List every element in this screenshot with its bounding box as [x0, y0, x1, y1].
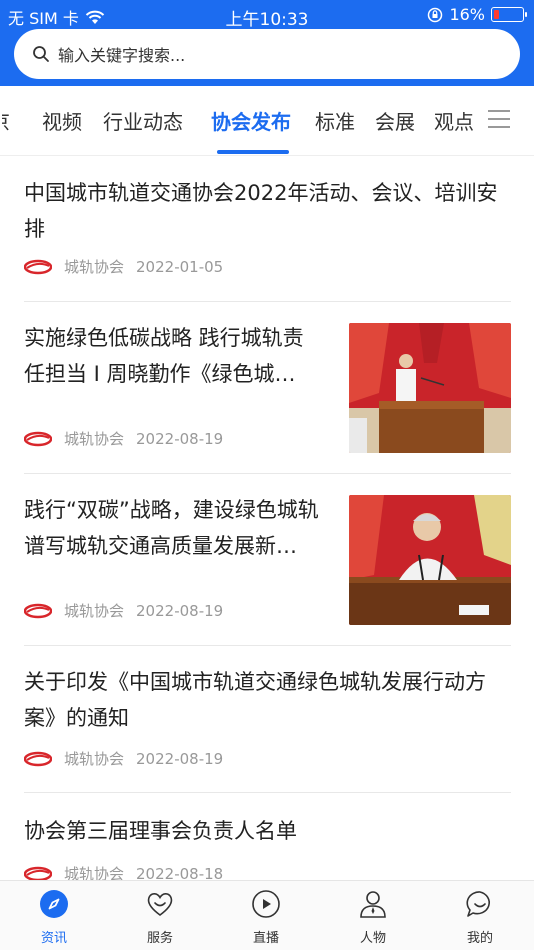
tab-standards[interactable]: 标准	[315, 106, 355, 135]
article-title-line: 任担当 I 周晓勤作《绿色城…	[24, 362, 296, 386]
article-source: 城轨协会	[64, 602, 125, 620]
tab-association-releases[interactable]: 协会发布	[211, 106, 291, 135]
article-date: 2022-08-18	[136, 864, 224, 881]
nav-live[interactable]: 直播	[226, 889, 306, 946]
article-title-line: 实施绿色低碳战略 践行城轨责	[24, 326, 304, 350]
article-thumbnail[interactable]	[349, 323, 511, 453]
article-item[interactable]: 中国城市轨道交通协会2022年活动、会议、培训安排 城轨协会 2022-01-0…	[24, 157, 511, 302]
article-title[interactable]: 关于印发《中国城市轨道交通绿色城轨发展行动方案》的通知	[24, 664, 511, 736]
article-meta: 城轨协会 2022-08-19	[24, 748, 223, 769]
nav-label: 我的	[466, 931, 493, 946]
association-logo-icon	[24, 431, 52, 446]
article-date: 2022-01-05	[136, 257, 224, 276]
association-logo-icon	[24, 866, 52, 880]
nav-label: 资讯	[40, 931, 67, 946]
nav-people[interactable]: 人物	[333, 889, 413, 946]
article-date: 2022-08-19	[136, 749, 224, 768]
article-list: 中国城市轨道交通协会2022年活动、会议、培训安排 城轨协会 2022-01-0…	[0, 157, 534, 880]
search-input[interactable]: 输入关键字搜索...	[58, 42, 185, 66]
article-item[interactable]: 协会第三届理事会负责人名单 城轨协会 2022-08-18	[24, 793, 511, 880]
association-logo-icon	[24, 751, 52, 766]
app-header: 无 SIM 卡 上午10:33 16% 输入关键字搜索...	[0, 0, 534, 86]
article-title-line: 谱写城轨交通高质量发展新…	[24, 534, 297, 558]
nav-label: 服务	[146, 931, 173, 946]
nav-services[interactable]: 服务	[120, 889, 200, 946]
person-icon	[360, 891, 386, 918]
search-icon	[33, 46, 49, 62]
article-meta: 城轨协会 2022-08-19	[24, 600, 223, 621]
article-thumbnail[interactable]	[349, 495, 511, 625]
active-tab-indicator	[217, 150, 289, 154]
article-source: 城轨协会	[64, 865, 125, 880]
orientation-lock-icon	[428, 7, 443, 22]
category-tabs: 京 视频 行业动态 协会发布 标准 会展 观点	[0, 86, 534, 156]
bottom-navigation: 资讯 服务 直播 人物 我的	[0, 880, 534, 950]
article-title-line: 践行“双碳”战略，建设绿色城轨	[24, 498, 319, 522]
association-logo-icon	[24, 259, 52, 274]
tab-video[interactable]: 视频	[42, 106, 82, 135]
article-title[interactable]: 践行“双碳”战略，建设绿色城轨 谱写城轨交通高质量发展新…	[24, 492, 334, 564]
article-meta: 城轨协会 2022-08-19	[24, 428, 223, 449]
compass-icon	[40, 890, 68, 918]
tab-exhibitions[interactable]: 会展	[375, 106, 415, 135]
association-logo-icon	[24, 603, 52, 618]
article-source: 城轨协会	[64, 258, 125, 276]
article-title[interactable]: 协会第三届理事会负责人名单	[24, 813, 511, 849]
article-title[interactable]: 中国城市轨道交通协会2022年活动、会议、培训安排	[24, 175, 511, 247]
article-meta: 城轨协会 2022-08-18	[24, 863, 223, 880]
nav-label: 直播	[252, 931, 279, 946]
status-bar: 无 SIM 卡 上午10:33 16%	[0, 0, 534, 30]
article-source: 城轨协会	[64, 430, 125, 448]
battery-icon	[491, 7, 527, 22]
tab-partial[interactable]: 京	[2, 106, 10, 135]
article-date: 2022-08-19	[136, 429, 224, 448]
article-date: 2022-08-19	[136, 601, 224, 620]
battery-percent: 16%	[449, 5, 485, 24]
article-item[interactable]: 践行“双碳”战略，建设绿色城轨 谱写城轨交通高质量发展新… 城轨协会 2022-…	[24, 474, 511, 646]
tab-industry-news[interactable]: 行业动态	[103, 106, 183, 135]
nav-news[interactable]: 资讯	[14, 889, 94, 946]
search-bar[interactable]: 输入关键字搜索...	[14, 29, 520, 79]
menu-icon[interactable]	[488, 110, 510, 130]
nav-label: 人物	[359, 931, 386, 946]
tab-opinions[interactable]: 观点	[434, 106, 474, 135]
article-item[interactable]: 关于印发《中国城市轨道交通绿色城轨发展行动方案》的通知 城轨协会 2022-08…	[24, 646, 511, 793]
article-source: 城轨协会	[64, 750, 125, 768]
heart-icon	[147, 893, 173, 916]
article-title[interactable]: 实施绿色低碳战略 践行城轨责 任担当 I 周晓勤作《绿色城…	[24, 320, 334, 392]
nav-profile[interactable]: 我的	[440, 889, 520, 946]
play-icon	[252, 890, 280, 918]
article-meta: 城轨协会 2022-01-05	[24, 256, 223, 277]
chat-icon	[466, 891, 490, 917]
article-item[interactable]: 实施绿色低碳战略 践行城轨责 任担当 I 周晓勤作《绿色城… 城轨协会 2022…	[24, 302, 511, 474]
